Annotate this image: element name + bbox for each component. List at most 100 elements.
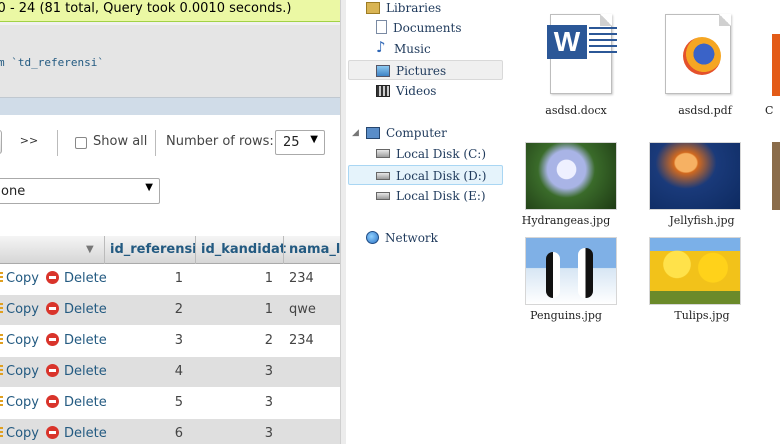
nav-item-computer[interactable]: ◢ Computer xyxy=(352,123,447,143)
cell-id-kandidat[interactable]: 2 xyxy=(240,333,273,348)
hydrangeas-thumbnail xyxy=(525,142,617,210)
column-divider xyxy=(195,236,196,264)
file-item[interactable]: Jellyfish.jpg xyxy=(642,142,762,232)
copy-link[interactable]: Copy xyxy=(0,271,39,286)
libraries-icon xyxy=(366,2,380,14)
penguins-thumbnail xyxy=(525,237,617,305)
cell-id-referensi[interactable]: 6 xyxy=(150,426,183,441)
delete-icon xyxy=(46,426,59,439)
delete-link[interactable]: Delete xyxy=(46,395,107,410)
file-item[interactable]: Hydrangeas.jpg xyxy=(506,142,626,232)
cell-id-referensi[interactable]: 5 xyxy=(150,395,183,410)
file-name: Penguins.jpg xyxy=(530,309,602,322)
dropdown-arrow-icon: ▼ xyxy=(145,182,153,193)
partial-file-name: C xyxy=(765,104,774,117)
cell-id-referensi[interactable]: 2 xyxy=(150,302,183,317)
cell-id-kandidat[interactable]: 1 xyxy=(240,302,273,317)
pictures-icon xyxy=(376,65,390,77)
file-name: Jellyfish.jpg xyxy=(669,214,735,227)
cell-id-kandidat[interactable]: 3 xyxy=(240,426,273,441)
sql-query-box: m `td_referensi` xyxy=(0,22,340,115)
delete-icon xyxy=(46,271,59,284)
column-header-nama[interactable]: nama_le xyxy=(289,242,340,257)
sort-by-key-select[interactable]: one ▼ xyxy=(0,178,160,204)
nav-item-network[interactable]: Network xyxy=(366,228,438,248)
delete-link[interactable]: Delete xyxy=(46,333,107,348)
separator xyxy=(57,130,58,156)
nav-item-music[interactable]: Music xyxy=(376,37,431,59)
sort-by-key-value: one xyxy=(1,184,26,199)
explorer-file-view: W asdsd.docx asdsd.pdf C Hydrangeas.jpg … xyxy=(510,0,780,444)
column-divider xyxy=(283,236,284,264)
copy-link[interactable]: Copy xyxy=(0,395,39,410)
copy-link[interactable]: Copy xyxy=(0,426,39,441)
delete-link[interactable]: Delete xyxy=(46,426,107,441)
column-header-id-kandidat[interactable]: id_kandidat xyxy=(201,242,286,257)
table-row: Copy Delete 6 3 xyxy=(0,419,340,444)
table-header: ▼ id_referensi id_kandidat nama_le xyxy=(0,236,340,264)
nav-item-documents[interactable]: Documents xyxy=(376,18,461,38)
computer-icon xyxy=(366,127,380,139)
jellyfish-thumbnail xyxy=(649,142,741,210)
tulips-thumbnail xyxy=(649,237,741,305)
prev-page-button[interactable] xyxy=(0,130,2,154)
copy-icon xyxy=(0,334,3,346)
next-page-button[interactable]: >> xyxy=(16,130,42,154)
file-name: Tulips.jpg xyxy=(674,309,730,322)
nav-item-local-disk-d[interactable]: Local Disk (D:) xyxy=(348,165,503,185)
cell-nama[interactable]: 234 xyxy=(289,271,314,286)
cell-id-referensi[interactable]: 1 xyxy=(150,271,183,286)
column-divider xyxy=(104,236,105,264)
cell-id-kandidat[interactable]: 1 xyxy=(240,271,273,286)
rows-count-select[interactable]: 25 ▼ xyxy=(275,130,325,155)
firefox-pdf-icon xyxy=(665,14,731,94)
sql-query-text: m `td_referensi` xyxy=(0,56,104,69)
nav-item-libraries[interactable]: Libraries xyxy=(366,0,441,18)
file-item[interactable]: asdsd.pdf xyxy=(645,14,765,124)
show-all-label: Show all xyxy=(93,134,148,149)
cell-id-referensi[interactable]: 3 xyxy=(150,333,183,348)
copy-link[interactable]: Copy xyxy=(0,333,39,348)
disk-icon xyxy=(376,192,390,200)
collapse-arrow-icon[interactable]: ◢ xyxy=(352,123,359,143)
nav-item-local-disk-e[interactable]: Local Disk (E:) xyxy=(376,186,486,206)
cell-id-referensi[interactable]: 4 xyxy=(150,364,183,379)
disk-icon xyxy=(376,172,390,180)
copy-link[interactable]: Copy xyxy=(0,364,39,379)
delete-link[interactable]: Delete xyxy=(46,302,107,317)
explorer-navigation-pane: Libraries Documents Music Pictures Video… xyxy=(346,0,510,444)
network-icon xyxy=(366,231,379,244)
nav-item-videos[interactable]: Videos xyxy=(376,81,436,101)
copy-icon xyxy=(0,365,3,377)
file-item[interactable]: W asdsd.docx xyxy=(516,14,636,124)
copy-link[interactable]: Copy xyxy=(0,302,39,317)
delete-icon xyxy=(46,364,59,377)
sort-arrow-icon[interactable]: ▼ xyxy=(86,244,94,255)
copy-icon xyxy=(0,303,3,315)
table-row: Copy Delete 4 3 xyxy=(0,357,340,388)
file-name: asdsd.docx xyxy=(545,104,607,117)
separator xyxy=(155,130,156,156)
partial-file-thumbnail[interactable] xyxy=(772,142,780,210)
file-name: Hydrangeas.jpg xyxy=(521,214,611,227)
partial-file-thumbnail[interactable] xyxy=(772,34,780,96)
delete-link[interactable]: Delete xyxy=(46,271,107,286)
file-item[interactable]: Penguins.jpg xyxy=(506,237,626,327)
videos-icon xyxy=(376,85,390,97)
pagination-bar: >> Show all Number of rows: 25 ▼ xyxy=(0,126,340,160)
nav-item-pictures[interactable]: Pictures xyxy=(348,60,503,80)
file-item[interactable]: Tulips.jpg xyxy=(642,237,762,327)
delete-icon xyxy=(46,333,59,346)
show-all-checkbox[interactable] xyxy=(75,137,87,149)
copy-icon xyxy=(0,272,3,284)
delete-link[interactable]: Delete xyxy=(46,364,107,379)
cell-id-kandidat[interactable]: 3 xyxy=(240,364,273,379)
cell-nama[interactable]: qwe xyxy=(289,302,316,317)
dropdown-arrow-icon: ▼ xyxy=(310,134,318,145)
nav-item-local-disk-c[interactable]: Local Disk (C:) xyxy=(376,144,486,164)
cell-nama[interactable]: 234 xyxy=(289,333,314,348)
cell-id-kandidat[interactable]: 3 xyxy=(240,395,273,410)
documents-icon xyxy=(376,20,387,34)
column-header-id-referensi[interactable]: id_referensi xyxy=(110,242,197,257)
query-success-message: ws 0 - 24 (81 total, Query took 0.0010 s… xyxy=(0,0,340,22)
